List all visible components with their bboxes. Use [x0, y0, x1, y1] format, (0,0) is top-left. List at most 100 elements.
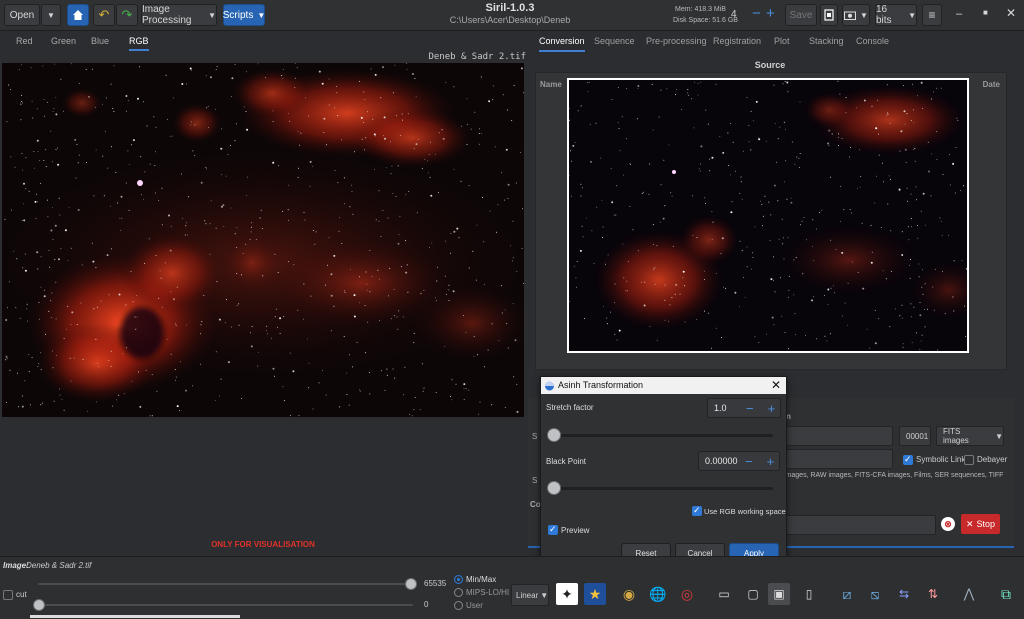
threads-decrement[interactable]: − — [752, 5, 761, 22]
star-icon[interactable]: ★ — [584, 583, 606, 605]
tab-red[interactable]: Red — [16, 36, 33, 46]
minmax-radio[interactable] — [454, 575, 463, 584]
stretch-factor-value[interactable]: 1.0 — [714, 403, 744, 413]
black-increment[interactable]: + — [767, 454, 775, 469]
high-slider-track[interactable] — [38, 583, 413, 585]
low-value[interactable]: 0 — [424, 600, 428, 609]
tab-plot[interactable]: Plot — [774, 36, 790, 46]
maximize-button[interactable]: ■ — [983, 8, 988, 17]
tab-pre-processing[interactable]: Pre-processing — [646, 36, 707, 46]
target-icon[interactable]: ◎ — [676, 583, 698, 605]
column-name[interactable]: Name — [540, 80, 562, 89]
tab-rgb[interactable]: RGB — [129, 36, 149, 51]
stretch-slider-handle[interactable] — [547, 428, 561, 442]
undo-button[interactable]: ↶ — [93, 4, 115, 26]
star — [930, 153, 932, 155]
invert-icon[interactable]: ✦ — [556, 583, 578, 605]
debayer-checkbox[interactable] — [964, 455, 974, 465]
image-mode-icon[interactable]: ▢ — [742, 583, 764, 605]
star — [823, 294, 825, 296]
scripts-menu[interactable]: Scripts ▼ — [223, 4, 265, 26]
preview-checkbox[interactable] — [548, 524, 558, 535]
black-point-value[interactable]: 0.00000 — [705, 456, 743, 466]
tab-console[interactable]: Console — [856, 36, 889, 46]
photometry-icon[interactable]: ⧉ — [995, 583, 1017, 605]
stretch-factor-spin[interactable]: 1.0 − + — [707, 398, 781, 418]
cut-checkbox[interactable] — [3, 590, 13, 600]
star — [476, 224, 478, 226]
histogram-icon[interactable]: ⋀ — [958, 583, 980, 605]
user-radio[interactable] — [454, 601, 463, 610]
main-menu-button[interactable]: ≡ — [922, 4, 942, 26]
output-format-select[interactable]: FITS images ▼ — [936, 426, 1004, 446]
star — [379, 320, 381, 321]
black-point-spin[interactable]: 0.00000 − + — [698, 451, 780, 471]
column-date[interactable]: Date — [983, 80, 1000, 89]
star — [74, 138, 77, 141]
mips-radio[interactable] — [454, 588, 463, 597]
rotate-left-icon[interactable]: ⧄ — [836, 583, 858, 605]
tab-conversion[interactable]: Conversion — [539, 36, 585, 52]
star — [396, 316, 398, 318]
star — [497, 204, 499, 206]
black-point-slider-handle[interactable] — [547, 481, 561, 495]
flip-vertical-icon[interactable]: ⇅ — [922, 583, 944, 605]
rotate-right-icon[interactable]: ⧅ — [864, 583, 886, 605]
threads-increment[interactable]: + — [766, 5, 775, 22]
rgb-working-space-checkbox[interactable] — [692, 505, 702, 516]
display-mode-icon[interactable]: ▭ — [713, 583, 735, 605]
tab-sequence[interactable]: Sequence — [594, 36, 635, 46]
open-button[interactable]: Open — [4, 4, 40, 26]
active-mode-icon[interactable]: ▣ — [768, 583, 790, 605]
tab-blue[interactable]: Blue — [91, 36, 109, 46]
minimize-button[interactable]: – — [956, 8, 962, 20]
stretch-decrement[interactable]: − — [746, 401, 754, 416]
low-slider-track[interactable] — [38, 604, 413, 606]
image-processing-menu[interactable]: Image Processing ▼ — [141, 4, 217, 26]
redo-button[interactable]: ↷ — [116, 4, 138, 26]
image-view[interactable] — [2, 63, 524, 417]
tab-registration[interactable]: Registration — [713, 36, 761, 46]
stretch-increment[interactable]: + — [768, 401, 776, 416]
symbolic-link-checkbox[interactable] — [903, 454, 913, 465]
star — [904, 148, 907, 151]
star — [952, 162, 955, 165]
star — [910, 316, 912, 318]
sequence-start-index[interactable]: 00001 — [899, 426, 931, 446]
snapshot-button[interactable] — [820, 4, 838, 26]
high-slider-handle[interactable] — [405, 578, 417, 590]
photo-menu-button[interactable]: ▼ — [842, 4, 870, 26]
astrometry-icon[interactable]: ◉ — [618, 583, 640, 605]
star — [750, 149, 752, 151]
tab-green[interactable]: Green — [51, 36, 76, 46]
scale-select[interactable]: Linear ▼ — [511, 584, 549, 606]
star — [36, 251, 39, 254]
globe-icon[interactable]: 🌐 — [647, 583, 669, 605]
low-slider-handle[interactable] — [33, 599, 45, 611]
star — [334, 170, 336, 171]
home-button[interactable] — [67, 4, 89, 26]
file-icon[interactable]: ▯ — [798, 583, 820, 605]
flip-horizontal-icon[interactable]: ⇆ — [893, 583, 915, 605]
close-window-button[interactable]: ✕ — [1006, 6, 1016, 20]
dialog-titlebar[interactable]: Asinh Transformation ✕ — [541, 377, 786, 394]
bit-depth-select[interactable]: 16 bits ▼ — [875, 4, 917, 26]
star — [51, 350, 53, 352]
black-decrement[interactable]: − — [745, 454, 753, 469]
star — [330, 273, 333, 276]
tab-stacking[interactable]: Stacking — [809, 36, 844, 46]
star — [353, 315, 356, 318]
destination-input[interactable] — [783, 449, 893, 469]
sequence-name-input[interactable] — [783, 426, 893, 446]
open-recent-dropdown[interactable]: ▼ — [41, 4, 61, 26]
stop-button[interactable]: ✕ Stop — [961, 514, 1000, 534]
dialog-close-button[interactable]: ✕ — [771, 378, 781, 392]
clear-button[interactable]: ⊗ — [941, 517, 955, 531]
star — [922, 269, 924, 271]
high-value[interactable]: 65535 — [424, 579, 446, 588]
black-point-slider-track[interactable] — [551, 487, 773, 490]
bit-depth-label: 16 bits — [876, 4, 892, 26]
threads-value[interactable]: 4 — [731, 9, 737, 20]
stretch-slider-track[interactable] — [551, 434, 773, 437]
save-button[interactable]: Save — [785, 4, 817, 26]
